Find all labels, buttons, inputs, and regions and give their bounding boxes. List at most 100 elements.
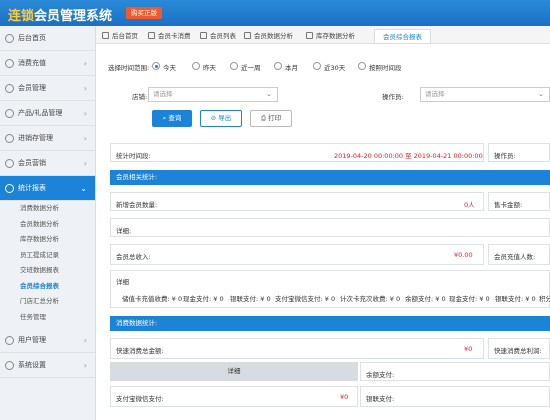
unionpay-label: 银联支付: bbox=[366, 395, 395, 403]
radio-custom-range[interactable] bbox=[358, 62, 366, 70]
radio-label: 近30天 bbox=[324, 64, 346, 72]
detail-item: 计次卡充次收费: ¥ 0 bbox=[340, 295, 401, 303]
radio-week[interactable] bbox=[230, 62, 238, 70]
member-section-header: 会员相关统计: bbox=[110, 170, 550, 185]
chevron-right-icon: › bbox=[83, 84, 87, 93]
tab-member-list[interactable]: 会员列表 bbox=[200, 29, 236, 43]
radio-label: 今天 bbox=[163, 64, 176, 72]
sidebar-item-home[interactable]: 后台首页 bbox=[0, 26, 95, 51]
radio-month[interactable] bbox=[274, 62, 282, 70]
chevron-right-icon: › bbox=[83, 159, 87, 168]
page-icon bbox=[200, 32, 207, 39]
store-label: 店铺: bbox=[132, 93, 148, 101]
tab-member-report[interactable]: 会员综合报表 bbox=[374, 29, 431, 43]
range-label: 选择时间范围: bbox=[108, 64, 150, 72]
radio-label: 本月 bbox=[285, 64, 298, 72]
chevron-right-icon: › bbox=[83, 134, 87, 143]
sidebar-subitem[interactable]: 会员数据分析 bbox=[0, 217, 95, 233]
radio-label: 按照时间段 bbox=[369, 64, 402, 72]
chevron-right-icon: › bbox=[83, 336, 87, 345]
operator-select[interactable]: 请选择 ⌄ bbox=[420, 87, 550, 102]
period-value: 2019-04-20 00:00:00 至 2019-04-21 00:00:0… bbox=[334, 152, 483, 160]
member-income-value: ¥0.00 bbox=[454, 251, 473, 259]
sidebar-subitem[interactable]: 库存数据分析 bbox=[0, 232, 95, 248]
sidebar-subitem[interactable]: 员工提成记录 bbox=[0, 248, 95, 264]
new-members-row bbox=[110, 192, 484, 211]
home-icon bbox=[5, 34, 14, 43]
wallet-icon bbox=[5, 59, 14, 68]
sidebar: 后台首页 消费充值 › 会员管理 › 产品/礼品管理 › 进销存管理 › 会员营销 › 统… bbox=[0, 26, 96, 420]
detail-item: 现金支付: ¥ 0 bbox=[183, 295, 224, 303]
detail-item: 积分 bbox=[539, 295, 550, 303]
chevron-right-icon: › bbox=[83, 361, 87, 370]
radio-30days[interactable] bbox=[313, 62, 321, 70]
sidebar-subitem[interactable]: 消费数据分析 bbox=[0, 201, 95, 217]
fast-profit-label: 快速消费总利润: bbox=[494, 347, 542, 355]
detail-label: 详细: bbox=[116, 227, 132, 235]
radio-yesterday[interactable] bbox=[192, 62, 200, 70]
sidebar-item-marketing[interactable]: 会员营销 › bbox=[0, 151, 95, 176]
chevron-down-icon: ⌄ bbox=[266, 90, 272, 98]
radio-today[interactable] bbox=[152, 62, 160, 70]
main-content: 选择时间范围: 今天 昨天 近一周 本月 近30天 按照时间段 店铺: 请选择 ⌄… bbox=[96, 44, 550, 420]
user-icon bbox=[5, 84, 14, 93]
card-amount-label: 售卡金额: bbox=[494, 201, 523, 209]
detail-item: 余额支付: ¥ 0 bbox=[405, 295, 446, 303]
member-income-label: 会员总收入: bbox=[116, 253, 151, 261]
megaphone-icon bbox=[5, 159, 14, 168]
sidebar-item-products[interactable]: 产品/礼品管理 › bbox=[0, 101, 95, 126]
sidebar-item-reports[interactable]: 统计报表 ⌄ bbox=[0, 176, 95, 201]
tab-card-consume[interactable]: 会员卡消费 bbox=[148, 29, 191, 43]
top-bar: 连锁会员管理系统 购买正版 bbox=[0, 0, 550, 26]
fast-consume-row bbox=[110, 338, 484, 359]
sidebar-subitem[interactable]: 交班数据报表 bbox=[0, 263, 95, 279]
fast-consume-value: ¥0 bbox=[464, 345, 473, 353]
consume-section-header: 消费数据统计: bbox=[110, 316, 550, 331]
operator-label: 操作员: bbox=[494, 152, 516, 160]
sidebar-item-users[interactable]: 用户管理 › bbox=[0, 328, 95, 353]
query-button[interactable]: ⌕ 查询 bbox=[152, 110, 192, 127]
gear-icon bbox=[5, 361, 14, 370]
export-button[interactable]: ⊘ 导出 bbox=[200, 110, 242, 127]
sidebar-subitem-member-report[interactable]: 会员综合报表 bbox=[0, 279, 95, 295]
detail-item: 储值卡充值收费: ¥ 0 bbox=[122, 295, 183, 303]
sidebar-item-consume[interactable]: 消费充值 › bbox=[0, 51, 95, 76]
detail-item: 银联支付: ¥ 0 bbox=[230, 295, 271, 303]
detail-item: 银联支付: ¥ 0 bbox=[495, 295, 536, 303]
print-button[interactable]: ⎙ 打印 bbox=[250, 110, 292, 127]
new-members-label: 新增会员数量: bbox=[116, 201, 158, 209]
tab-bar: 后台首页 会员卡消费 会员列表 会员数据分析 库存数据分析 会员综合报表 bbox=[96, 26, 550, 44]
page-icon bbox=[244, 32, 251, 39]
recharge-people-label: 会员充值人数: bbox=[494, 253, 536, 261]
chevron-down-icon: ⌄ bbox=[80, 184, 87, 193]
radio-label: 近一周 bbox=[241, 64, 261, 72]
app-logo: 连锁会员管理系统 bbox=[8, 9, 113, 24]
detail-row bbox=[110, 218, 550, 237]
member-income-row bbox=[110, 244, 484, 265]
buy-license-button[interactable]: 购买正版 bbox=[126, 7, 162, 19]
users-icon bbox=[5, 336, 14, 345]
chevron-down-icon: ⌄ bbox=[538, 90, 544, 98]
store-select[interactable]: 请选择 ⌄ bbox=[148, 87, 278, 102]
alipay-label: 支付宝微信支付: bbox=[116, 395, 164, 403]
sidebar-item-members[interactable]: 会员管理 › bbox=[0, 76, 95, 101]
sidebar-subitem[interactable]: 门店汇总分析 bbox=[0, 294, 95, 310]
sidebar-item-settings[interactable]: 系统设置 › bbox=[0, 353, 95, 378]
sidebar-item-inventory[interactable]: 进销存管理 › bbox=[0, 126, 95, 151]
chevron-right-icon: › bbox=[83, 59, 87, 68]
fast-consume-label: 快速消费总金额: bbox=[116, 347, 164, 355]
tab-home[interactable]: 后台首页 bbox=[102, 29, 138, 43]
detail-label: 详细 bbox=[116, 278, 129, 286]
new-members-value: 0人 bbox=[464, 201, 475, 209]
period-label: 统计时间段: bbox=[116, 152, 151, 160]
page-icon bbox=[102, 32, 109, 39]
alipay-value: ¥0 bbox=[340, 393, 349, 401]
detail-item: 支付宝微信支付: ¥ 0 bbox=[275, 295, 336, 303]
chart-icon bbox=[5, 184, 14, 193]
page-icon bbox=[148, 32, 155, 39]
tab-member-analysis[interactable]: 会员数据分析 bbox=[244, 29, 293, 43]
detail-header: 详细 bbox=[110, 362, 358, 381]
page-icon bbox=[306, 32, 313, 39]
sidebar-subitem[interactable]: 任务管理 bbox=[0, 310, 95, 326]
tab-inventory-analysis[interactable]: 库存数据分析 bbox=[306, 29, 355, 43]
